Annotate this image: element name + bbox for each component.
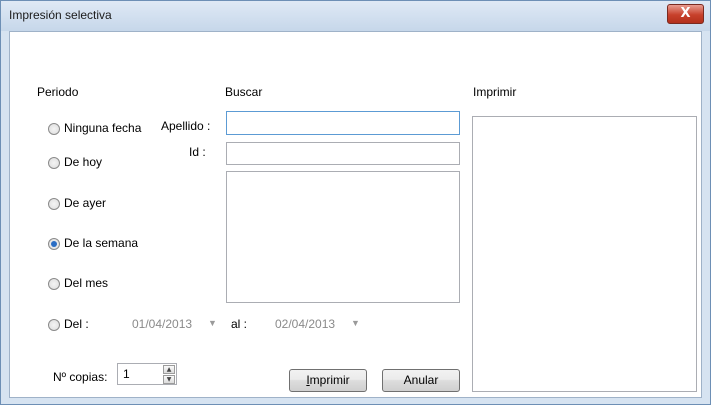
window-title: Impresión selectiva: [9, 8, 112, 22]
copies-spinner[interactable]: 1 ▲ ▼: [117, 363, 177, 385]
print-button[interactable]: Imprimir: [289, 369, 367, 392]
dropdown-arrow-icon[interactable]: ▼: [351, 318, 360, 328]
radio-icon[interactable]: [48, 319, 60, 331]
id-input[interactable]: [226, 142, 460, 165]
date-to-value[interactable]: 02/04/2013: [275, 317, 335, 331]
imprimir-heading: Imprimir: [473, 85, 517, 99]
cancel-button[interactable]: Anular: [382, 369, 460, 392]
radio-label[interactable]: De hoy: [64, 155, 102, 169]
radio-label[interactable]: De ayer: [64, 196, 106, 210]
date-from-picker[interactable]: 01/04/2013 ▼: [128, 313, 220, 337]
results-list[interactable]: [226, 171, 460, 303]
radio-label[interactable]: Del :: [64, 317, 89, 331]
close-icon: X: [680, 6, 691, 21]
radio-label[interactable]: Del mes: [64, 276, 108, 290]
close-button[interactable]: X: [667, 4, 704, 24]
date-to-label: al :: [231, 317, 248, 331]
radio-icon[interactable]: [48, 238, 60, 250]
date-to-picker[interactable]: 02/04/2013 ▼: [271, 313, 363, 337]
title-bar: Impresión selectiva X: [1, 1, 710, 31]
apellido-input[interactable]: [226, 111, 460, 135]
print-list[interactable]: [472, 116, 697, 392]
copies-label: Nº copias:: [53, 370, 108, 384]
radio-icon[interactable]: [48, 123, 60, 135]
radio-label[interactable]: Ninguna fecha: [64, 121, 141, 135]
dialog-window: Impresión selectiva X Periodo Ninguna fe…: [0, 0, 711, 405]
spinner-up-icon[interactable]: ▲: [163, 365, 175, 374]
buscar-heading: Buscar: [225, 85, 263, 99]
radio-icon[interactable]: [48, 157, 60, 169]
radio-label[interactable]: De la semana: [64, 236, 138, 250]
date-from-value[interactable]: 01/04/2013: [132, 317, 192, 331]
periodo-heading: Periodo: [37, 85, 79, 99]
spinner-down-icon[interactable]: ▼: [163, 375, 175, 384]
apellido-label: Apellido :: [161, 119, 211, 133]
dropdown-arrow-icon[interactable]: ▼: [208, 318, 217, 328]
copies-value[interactable]: 1: [123, 367, 130, 381]
radio-icon[interactable]: [48, 278, 60, 290]
radio-icon[interactable]: [48, 198, 60, 210]
id-label: Id :: [189, 145, 206, 159]
